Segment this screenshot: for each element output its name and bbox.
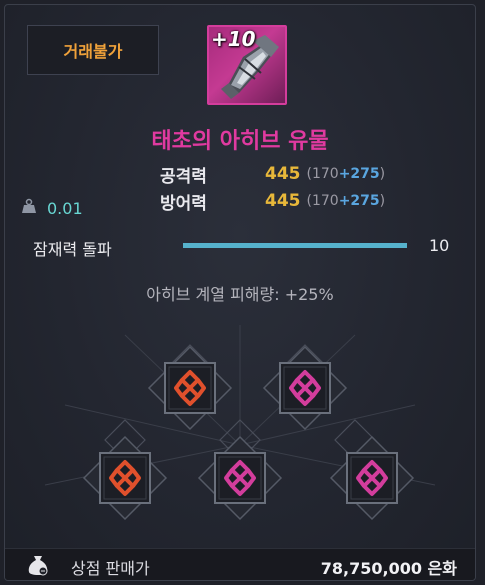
- stat-row-attack: 공격력 445 (170+275): [160, 163, 386, 187]
- stat-bonus: +275: [338, 193, 380, 209]
- coin-bag-icon: [27, 553, 49, 580]
- stat-detail: (170+275): [306, 166, 386, 182]
- engraving-slot[interactable]: [147, 345, 233, 431]
- weight-value: 0.01: [47, 198, 83, 218]
- shop-price-label: 상점 판매가: [71, 559, 150, 578]
- engraving-slot[interactable]: [197, 435, 283, 521]
- engraving-icon: [262, 345, 348, 431]
- stat-label: 방어력: [160, 193, 207, 214]
- stat-value: 445: [265, 191, 301, 211]
- item-effect: 아히브 계열 피해량: +25%: [146, 285, 334, 304]
- engraving-slots: [5, 325, 475, 550]
- trade-status-badge: 거래불가: [27, 25, 159, 75]
- item-tooltip: 거래불가 +10 태초의 아히브 유물 공격력 445 (170+275) 방어…: [4, 4, 476, 581]
- shop-price-value: 78,750,000 은화: [320, 559, 457, 578]
- stat-base: 170: [311, 193, 339, 209]
- breakthrough-value: 10: [429, 236, 450, 255]
- breakthrough-label: 잠재력 돌파: [33, 240, 112, 259]
- stat-row-defense: 방어력 445 (170+275): [160, 190, 386, 214]
- breakthrough-progress-bar: [183, 243, 407, 248]
- item-name: 태초의 아히브 유물: [151, 129, 329, 154]
- enhance-level: +10: [211, 27, 256, 51]
- engraving-slot[interactable]: [329, 435, 415, 521]
- engraving-slot[interactable]: [262, 345, 348, 431]
- stat-label: 공격력: [160, 166, 207, 187]
- engraving-icon: [82, 435, 168, 521]
- engraving-icon: [197, 435, 283, 521]
- stat-detail: (170+275): [306, 193, 386, 209]
- stat-bonus: +275: [338, 166, 380, 182]
- weight-row: 0.01: [21, 198, 83, 218]
- breakthrough-progress-fill: [183, 243, 407, 248]
- shop-price-bar: 상점 판매가 78,750,000 은화: [5, 548, 475, 580]
- stat-value: 445: [265, 164, 301, 184]
- engraving-slot[interactable]: [82, 435, 168, 521]
- weight-icon: [21, 198, 47, 218]
- engraving-icon: [147, 345, 233, 431]
- engraving-icon: [329, 435, 415, 521]
- stat-base: 170: [311, 166, 339, 182]
